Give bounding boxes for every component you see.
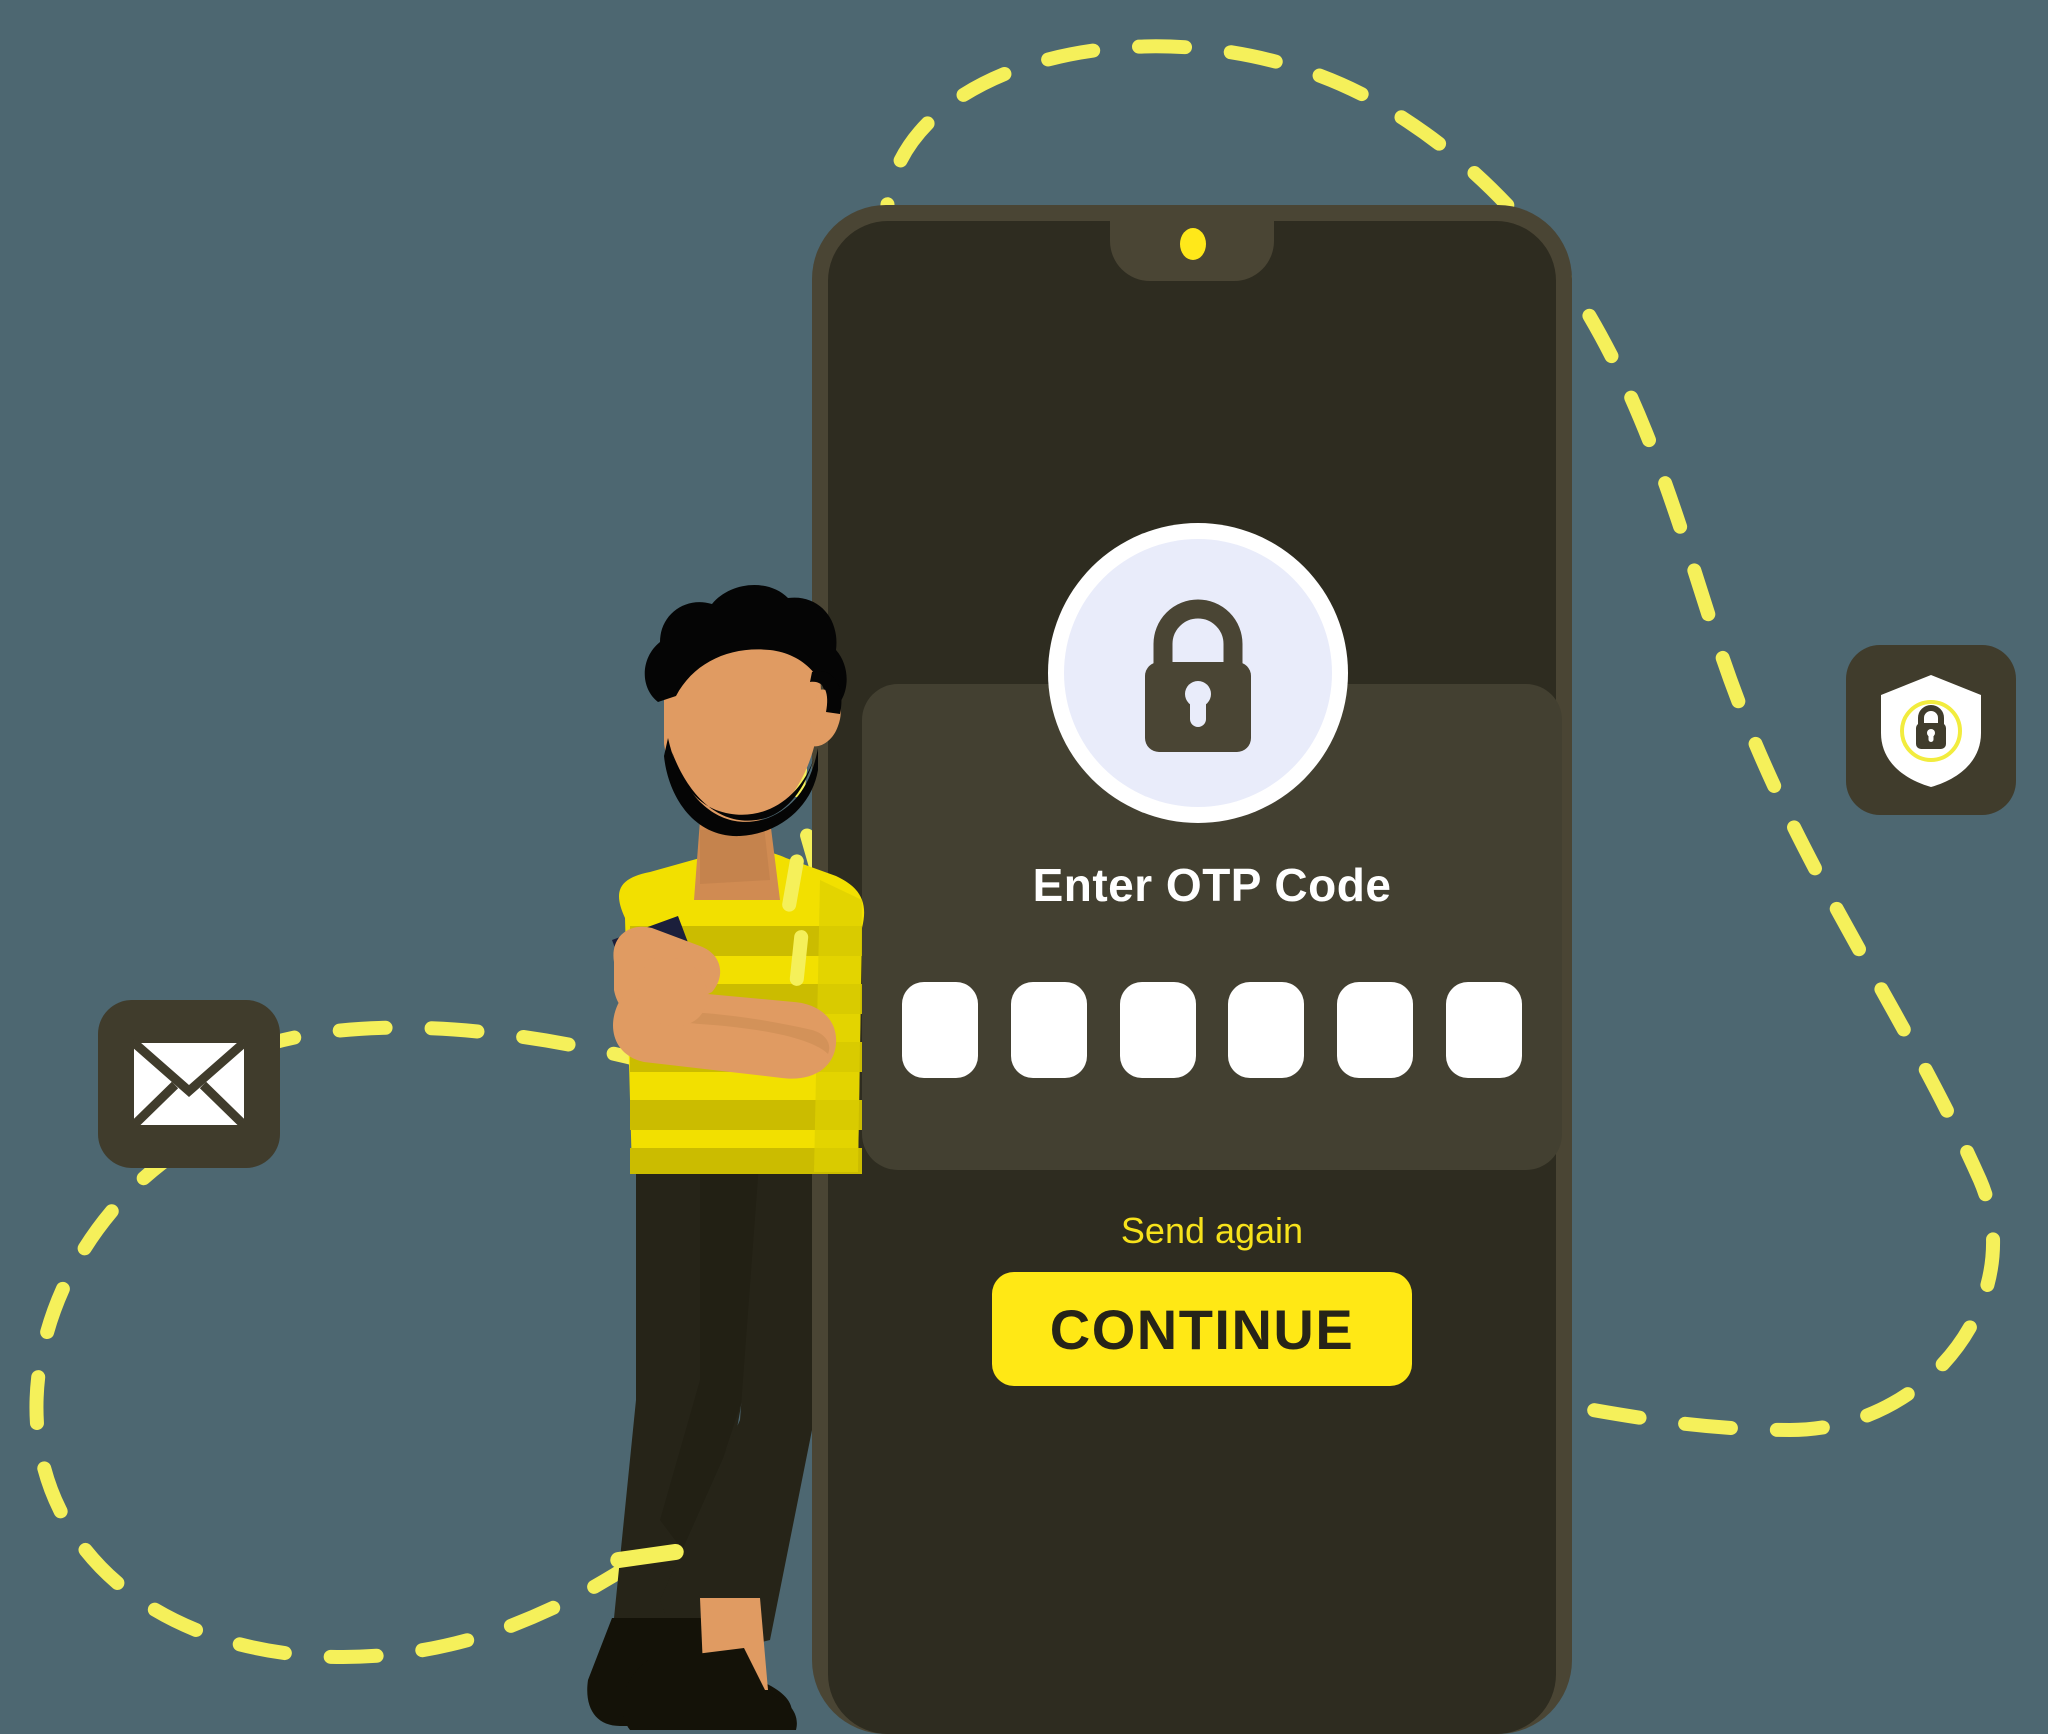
illustration-canvas: Enter OTP Code Send again CONTINUE <box>0 0 2048 1734</box>
person-with-phone <box>587 585 865 1730</box>
